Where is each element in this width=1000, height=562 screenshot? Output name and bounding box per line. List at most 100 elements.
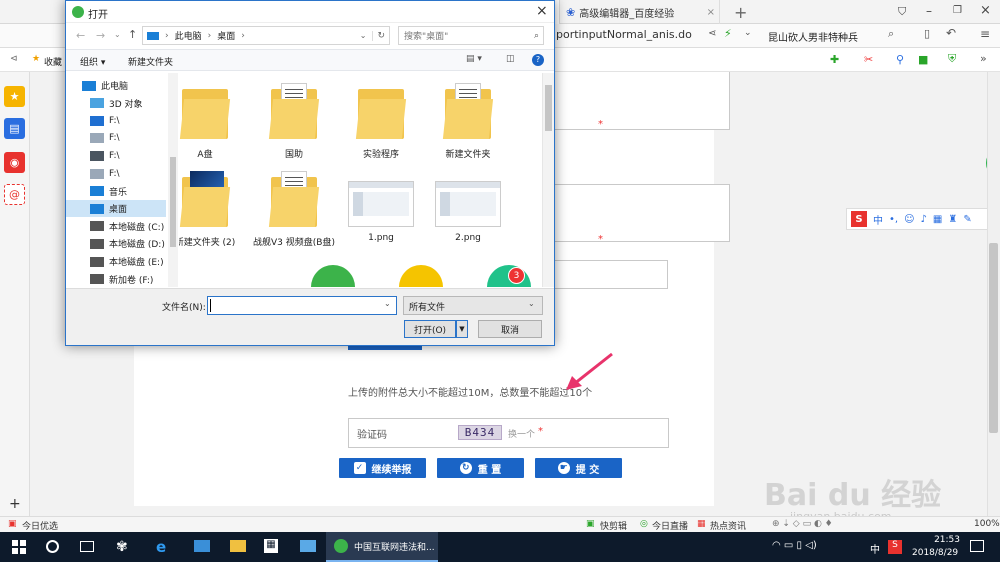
new-tab-icon[interactable]: + (734, 3, 747, 22)
filename-input[interactable]: ⌄ (207, 296, 397, 315)
view-icon[interactable]: ▤ ▾ (466, 54, 482, 64)
undo-icon[interactable]: ↶ (946, 26, 956, 40)
status-tools-icon[interactable]: ⊕ ⇣ ◇ ▭ ◐ ♦ (772, 519, 833, 529)
new-folder-button[interactable]: 新建文件夹 (128, 55, 173, 68)
chevron-down-icon[interactable]: ⌄ (744, 28, 752, 38)
scrollbar-thumb[interactable] (989, 243, 998, 433)
app-icon[interactable] (194, 540, 210, 552)
tree-scrollbar[interactable] (168, 73, 178, 287)
windows-start-icon[interactable] (12, 540, 26, 554)
file-scrollbar[interactable] (542, 73, 554, 287)
file-item[interactable]: 2.png (424, 169, 512, 243)
store-icon[interactable]: ▦ (264, 539, 278, 553)
menu-icon[interactable]: ≡ (980, 27, 990, 41)
open-dropdown-button[interactable]: ▼ (456, 320, 468, 338)
tree-scroll-thumb[interactable] (170, 157, 176, 247)
app-green-icon[interactable] (311, 265, 355, 287)
gamepad-icon[interactable]: ■ (918, 53, 928, 66)
skin-icon[interactable]: ♜ (948, 214, 957, 225)
lightning-icon[interactable]: ⚡ (724, 27, 732, 40)
emoji-icon[interactable]: ☺ (904, 214, 914, 225)
zoom-icon[interactable]: ⚲ (896, 53, 904, 66)
sogou-icon[interactable]: S (851, 211, 867, 227)
text-input[interactable] (554, 260, 668, 289)
tree-item[interactable]: 3D 对象 (66, 95, 166, 112)
up-icon[interactable]: ↑ (128, 28, 137, 41)
tree-item[interactable]: F:\ (66, 130, 166, 147)
ime-indicator[interactable]: 中 (870, 541, 880, 556)
restore-icon[interactable]: ❐ (953, 5, 962, 16)
breadcrumb[interactable]: › 此电脑 › 桌面 › ⌄ ↻ (142, 26, 390, 45)
cortana-icon[interactable] (46, 540, 59, 553)
file-item[interactable]: A盘 (179, 81, 249, 160)
collapse-icon[interactable]: ⊲ (10, 54, 18, 64)
notification-icon[interactable] (970, 540, 984, 552)
tree-item[interactable]: 本地磁盘 (E:) (66, 253, 166, 270)
close-icon[interactable]: × (707, 7, 715, 18)
tab-baidu-jingyan[interactable]: ❀ 高级编辑器_百度经验 × (560, 0, 720, 24)
keyboard-icon[interactable]: ▦ (933, 214, 942, 225)
share-icon[interactable]: ⋖ (708, 28, 716, 39)
forward-icon[interactable]: → (96, 29, 105, 42)
file-item[interactable]: 实验程序 (337, 81, 425, 160)
tree-item[interactable]: 本地磁盘 (C:) (66, 218, 166, 235)
phone-icon[interactable]: ▯ (924, 27, 930, 40)
task-view-icon[interactable] (80, 541, 94, 552)
organize-menu[interactable]: 组织 ▾ (80, 55, 105, 68)
remote-icon[interactable] (300, 540, 316, 552)
help-icon[interactable]: ? (532, 54, 544, 66)
cancel-button[interactable]: 取消 (478, 320, 542, 338)
close-window-icon[interactable]: × (980, 3, 991, 18)
chevron-down-icon[interactable]: ⌄ (360, 31, 367, 40)
search-hint[interactable]: 昆山砍人男非特种兵 (768, 29, 858, 44)
tray-icons[interactable]: ◠ ▭ ▯ ◁) (772, 540, 817, 551)
tree-item[interactable]: 桌面 (66, 200, 166, 218)
fan-app-icon[interactable]: ✾ (116, 539, 128, 555)
favorites-icon[interactable]: ★ (4, 86, 25, 107)
bookmark-label[interactable]: 收藏 (44, 55, 62, 68)
status-item[interactable]: 热点资讯 (710, 519, 746, 532)
mail-icon[interactable]: @ (4, 184, 25, 205)
status-left[interactable]: 今日优选 (22, 519, 58, 532)
textarea-2[interactable] (554, 184, 730, 242)
captcha-refresh-link[interactable]: 换一个 (508, 427, 535, 440)
file-scroll-thumb[interactable] (545, 85, 552, 131)
file-item[interactable]: 1.png (337, 169, 425, 243)
refresh-icon[interactable]: ↻ (372, 30, 389, 41)
shield-icon[interactable]: ⛨ (948, 52, 956, 66)
status-item[interactable]: 今日直播 (652, 519, 688, 532)
file-explorer-icon[interactable] (230, 540, 246, 552)
file-item[interactable]: 新建文件夹 (2) (179, 169, 249, 248)
continue-report-button[interactable]: ✓ 继续举报 (339, 458, 426, 478)
clock-date[interactable]: 2018/8/29 (912, 548, 958, 558)
scissors-icon[interactable]: ✂ (864, 53, 873, 66)
preview-pane-icon[interactable]: ◫ (506, 54, 515, 64)
zoom-level[interactable]: 100% (974, 519, 1000, 529)
mic-icon[interactable]: ♪ (921, 214, 927, 225)
more-icon[interactable]: » (980, 52, 987, 65)
open-button[interactable]: 打开(O) (404, 320, 456, 338)
chevron-down-icon[interactable]: ⌄ (528, 299, 535, 308)
clock-time[interactable]: 21:53 (922, 535, 960, 545)
file-item[interactable]: 新建文件夹 (424, 81, 512, 160)
back-icon[interactable]: ← (76, 29, 85, 42)
ime-mode-icon[interactable]: 中 (873, 212, 883, 227)
add-icon[interactable]: + (9, 496, 21, 512)
shirt-icon[interactable]: ⛉ (898, 5, 906, 19)
tree-item[interactable]: 本地磁盘 (D:) (66, 235, 166, 252)
tree-item[interactable]: 音乐 (66, 183, 166, 200)
tree-item[interactable]: F:\ (66, 165, 166, 182)
edge-icon[interactable]: e (156, 538, 166, 556)
tree-item[interactable]: F:\ (66, 147, 166, 164)
textarea-1[interactable] (554, 72, 730, 130)
reset-button[interactable]: ↻ 重 置 (437, 458, 524, 478)
submit-button[interactable]: ☛ 提 交 (535, 458, 622, 478)
search-icon[interactable]: ⌕ (888, 27, 894, 41)
chevron-down-icon[interactable]: ⌄ (114, 30, 121, 39)
filetype-select[interactable]: 所有文件 ⌄ (403, 296, 543, 315)
weibo-icon[interactable]: ◉ (4, 152, 25, 173)
status-item[interactable]: 快剪辑 (600, 519, 627, 532)
close-icon[interactable]: × (536, 3, 548, 19)
breadcrumb-item[interactable]: 桌面 (217, 29, 235, 42)
minimize-icon[interactable]: – (926, 4, 932, 18)
